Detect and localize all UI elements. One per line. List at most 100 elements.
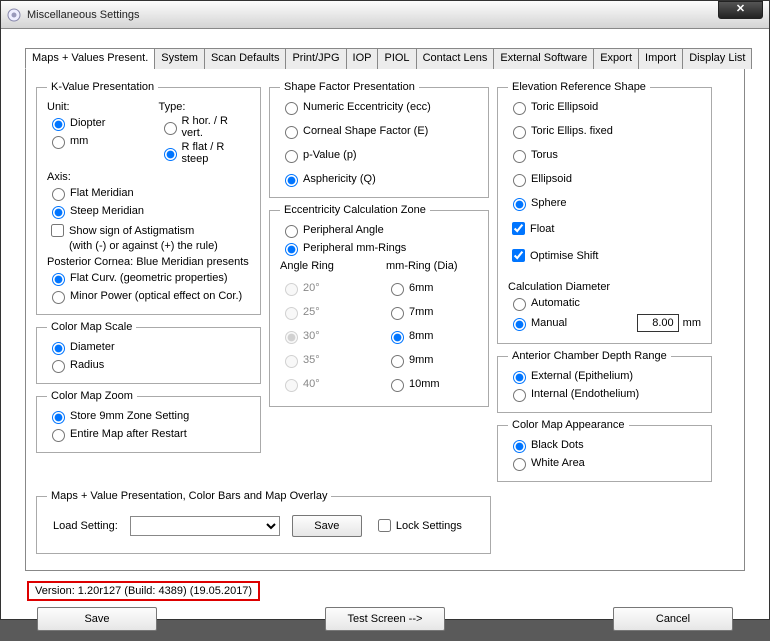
cms-legend: Color Map Scale	[47, 321, 136, 333]
cma-legend: Color Map Appearance	[508, 419, 629, 431]
cma-white[interactable]: White Area	[508, 455, 701, 471]
elev-ell[interactable]: Ellipsoid	[508, 171, 701, 187]
tab-print-jpg[interactable]: Print/JPG	[285, 48, 346, 69]
shape-e[interactable]: Corneal Shape Factor (E)	[280, 123, 478, 139]
cms-group: Color Map Scale Diameter Radius	[36, 321, 261, 384]
tab-external-software[interactable]: External Software	[493, 48, 594, 69]
acdr-int[interactable]: Internal (Endothelium)	[508, 386, 701, 402]
eccz-group: Eccentricity Calculation Zone Peripheral…	[269, 204, 489, 407]
shape-p[interactable]: p-Value (p)	[280, 147, 478, 163]
post-minor[interactable]: Minor Power (optical effect on Cor.)	[47, 288, 250, 304]
tab-maps-values-present-[interactable]: Maps + Values Present.	[25, 48, 155, 69]
elev-group: Elevation Reference Shape Toric Ellipsoi…	[497, 81, 712, 344]
axis-steep[interactable]: Steep Meridian	[47, 203, 250, 219]
type-hv[interactable]: R hor. / R vert.	[159, 115, 251, 139]
elev-sphere[interactable]: Sphere	[508, 195, 701, 211]
mapsbar-save-button[interactable]: Save	[292, 515, 362, 537]
tab-scan-defaults[interactable]: Scan Defaults	[204, 48, 286, 69]
mmring-9mm[interactable]: 9mm	[386, 352, 478, 368]
load-setting-combo[interactable]	[130, 516, 280, 536]
calc-auto[interactable]: Automatic	[508, 295, 701, 311]
tab-import[interactable]: Import	[638, 48, 683, 69]
elev-float[interactable]: Float	[508, 219, 701, 238]
tab-bar: Maps + Values Present.SystemScan Default…	[25, 47, 745, 69]
mmring-6mm[interactable]: 6mm	[386, 280, 478, 296]
cma-group: Color Map Appearance Black Dots White Ar…	[497, 419, 712, 482]
mapsbar-group: Maps + Value Presentation, Color Bars an…	[36, 490, 491, 554]
eccz-legend: Eccentricity Calculation Zone	[280, 204, 430, 216]
angle-25[interactable]: 25°	[280, 304, 372, 320]
mm-list: 6mm 7mm 8mm 9mm 10mm	[386, 278, 478, 398]
mapsbar-legend: Maps + Value Presentation, Color Bars an…	[47, 490, 331, 502]
cancel-button[interactable]: Cancel	[613, 607, 733, 631]
axis-flat[interactable]: Flat Meridian	[47, 185, 250, 201]
angle-35[interactable]: 35°	[280, 352, 372, 368]
calc-manual[interactable]: Manual	[508, 315, 633, 331]
show-sign-check[interactable]: Show sign of Astigmatism	[47, 221, 250, 240]
load-label: Load Setting:	[53, 520, 118, 532]
elev-legend: Elevation Reference Shape	[508, 81, 650, 93]
content-area: Maps + Values Present.SystemScan Default…	[1, 29, 769, 641]
settings-window: Miscellaneous Settings ✕ Maps + Values P…	[0, 0, 770, 620]
posterior-title: Posterior Cornea: Blue Meridian presents	[47, 256, 250, 268]
shape-group: Shape Factor Presentation Numeric Eccent…	[269, 81, 489, 198]
version-box: Version: 1.20r127 (Build: 4389) (19.05.2…	[27, 581, 260, 601]
post-flat[interactable]: Flat Curv. (geometric properties)	[47, 270, 250, 286]
window-title: Miscellaneous Settings	[27, 9, 763, 21]
angle-head: Angle Ring	[280, 260, 372, 272]
unit-label: Unit:	[47, 101, 139, 113]
eccz-mm[interactable]: Peripheral mm-Rings	[280, 240, 478, 256]
cmz-entire[interactable]: Entire Map after Restart	[47, 426, 250, 442]
acdr-legend: Anterior Chamber Depth Range	[508, 350, 671, 362]
tab-piol[interactable]: PIOL	[377, 48, 416, 69]
mm-unit: mm	[683, 317, 701, 329]
unit-mm[interactable]: mm	[47, 133, 139, 149]
kvalue-legend: K-Value Presentation	[47, 81, 158, 93]
type-label: Type:	[159, 101, 251, 113]
cma-black[interactable]: Black Dots	[508, 437, 701, 453]
footer: Save Test Screen --> Cancel	[25, 601, 745, 631]
eccz-angle[interactable]: Peripheral Angle	[280, 222, 478, 238]
cms-diameter[interactable]: Diameter	[47, 339, 250, 355]
tab-iop[interactable]: IOP	[346, 48, 379, 69]
mm-head: mm-Ring (Dia)	[386, 260, 478, 272]
test-screen-button[interactable]: Test Screen -->	[325, 607, 445, 631]
titlebar: Miscellaneous Settings ✕	[1, 1, 769, 29]
calc-label: Calculation Diameter	[508, 281, 701, 293]
tab-contact-lens[interactable]: Contact Lens	[416, 48, 495, 69]
app-icon	[7, 8, 21, 22]
angle-20[interactable]: 20°	[280, 280, 372, 296]
mmring-7mm[interactable]: 7mm	[386, 304, 478, 320]
mmring-10mm[interactable]: 10mm	[386, 376, 478, 392]
tab-display-list[interactable]: Display List	[682, 48, 752, 69]
shape-ecc[interactable]: Numeric Eccentricity (ecc)	[280, 99, 478, 115]
tab-export[interactable]: Export	[593, 48, 639, 69]
cmz-group: Color Map Zoom Store 9mm Zone Setting En…	[36, 390, 261, 453]
save-button[interactable]: Save	[37, 607, 157, 631]
cmz-legend: Color Map Zoom	[47, 390, 137, 402]
unit-diopter[interactable]: Diopter	[47, 115, 139, 131]
elev-te[interactable]: Toric Ellipsoid	[508, 99, 701, 115]
cms-radius[interactable]: Radius	[47, 357, 250, 373]
angle-list: 20° 25° 30° 35° 40°	[280, 278, 372, 398]
acdr-ext[interactable]: External (Epithelium)	[508, 368, 701, 384]
angle-30[interactable]: 30°	[280, 328, 372, 344]
angle-40[interactable]: 40°	[280, 376, 372, 392]
manual-value-input[interactable]	[637, 314, 679, 332]
shape-q[interactable]: Asphericity (Q)	[280, 171, 478, 187]
close-button[interactable]: ✕	[718, 1, 763, 19]
mmring-8mm[interactable]: 8mm	[386, 328, 478, 344]
elev-optshift[interactable]: Optimise Shift	[508, 246, 701, 265]
shape-legend: Shape Factor Presentation	[280, 81, 419, 93]
tab-system[interactable]: System	[154, 48, 205, 69]
type-fs[interactable]: R flat / R steep	[159, 141, 251, 165]
tab-panel: K-Value Presentation Unit: Diopter mm Ty…	[25, 69, 745, 571]
lock-settings-check[interactable]: Lock Settings	[374, 516, 462, 535]
acdr-group: Anterior Chamber Depth Range External (E…	[497, 350, 712, 413]
cmz-store[interactable]: Store 9mm Zone Setting	[47, 408, 250, 424]
elev-tef[interactable]: Toric Ellips. fixed	[508, 123, 701, 139]
axis-label: Axis:	[47, 171, 250, 183]
kvalue-group: K-Value Presentation Unit: Diopter mm Ty…	[36, 81, 261, 315]
elev-torus[interactable]: Torus	[508, 147, 701, 163]
sign-note: (with (-) or against (+) the rule)	[69, 240, 250, 252]
